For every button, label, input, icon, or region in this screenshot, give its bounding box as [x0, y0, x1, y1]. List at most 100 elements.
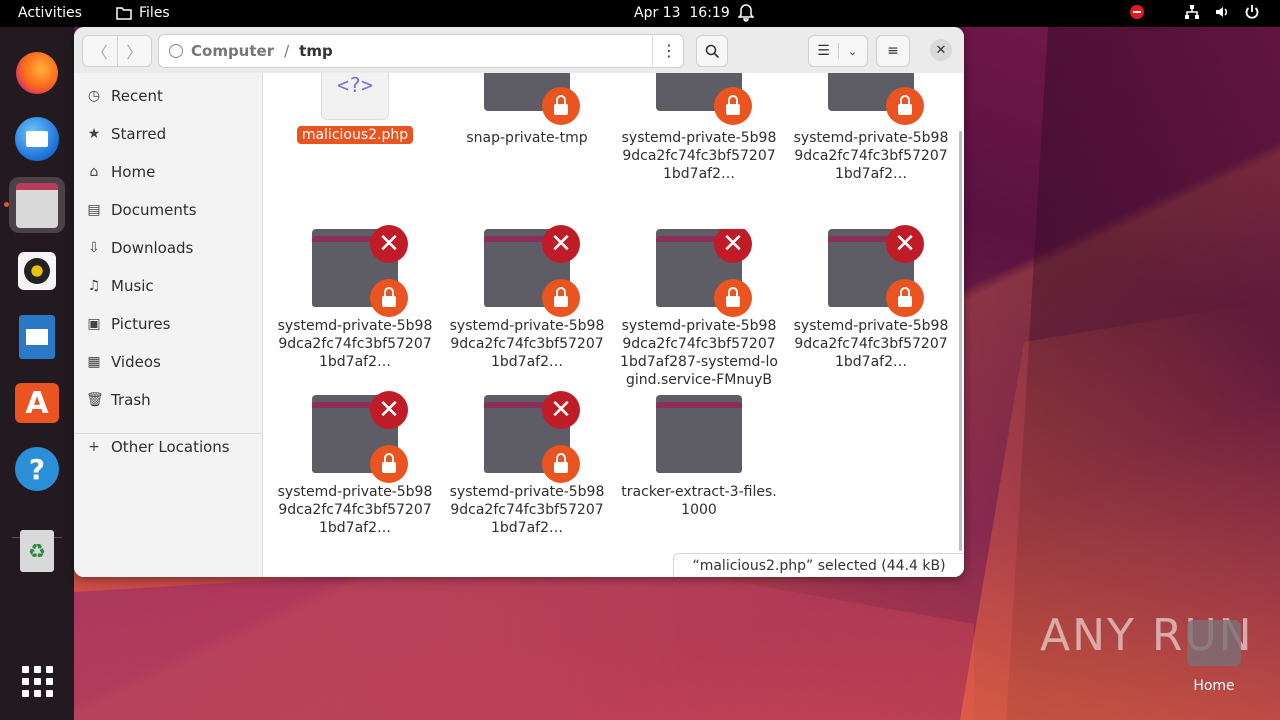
folder-icon: [656, 73, 752, 125]
network-icon[interactable]: [1184, 4, 1200, 20]
main-menu-button[interactable]: ≡: [876, 35, 910, 67]
date-label: Apr 13: [634, 5, 681, 21]
file-name: systemd-private-5b989dca2fc74fc3bf572071…: [449, 318, 605, 370]
home-icon: ⌂: [89, 164, 99, 180]
files-icon[interactable]: [9, 177, 65, 233]
sidebar-item-documents[interactable]: ▤ Documents: [86, 195, 197, 225]
sidebar-item-label: Home: [111, 163, 156, 181]
dock: A ? ♻: [0, 27, 74, 720]
time-label: 16:19: [689, 5, 730, 21]
chevron-down-icon[interactable]: ⌄: [839, 45, 867, 58]
trash-icon: 🗑: [86, 392, 104, 408]
sidebar-item-label: Documents: [111, 201, 197, 219]
thunderbird-icon[interactable]: [9, 111, 65, 167]
desktop-home-label: Home: [1193, 678, 1235, 694]
forward-button[interactable]: 〉: [116, 36, 152, 66]
file-name: malicious2.php: [296, 126, 414, 144]
breadcrumb-tmp[interactable]: tmp: [299, 42, 333, 60]
sidebar-item-starred[interactable]: ★ Starred: [86, 119, 166, 149]
power-icon[interactable]: [1244, 4, 1260, 20]
file-name: systemd-private-5b989dca2fc74fc3bf572071…: [449, 484, 605, 536]
folder-item[interactable]: tracker-extract-3-files.1000: [619, 395, 779, 519]
sidebar-item-label: Music: [111, 277, 154, 295]
volume-icon[interactable]: [1214, 4, 1230, 20]
lock-icon: [886, 87, 924, 125]
folder-item[interactable]: systemd-private-5b989dca2fc74fc3bf572071…: [791, 73, 951, 183]
file-name: systemd-private-5b989dca2fc74fc3bf572071…: [621, 130, 777, 182]
denied-icon: ✕: [886, 225, 924, 263]
sidebar-item-recent[interactable]: ◷ Recent: [86, 81, 163, 111]
trash-icon[interactable]: ♻: [9, 523, 65, 579]
file-item[interactable]: <?> malicious2.php: [275, 73, 435, 144]
file-grid: <?> malicious2.php snap-private-tmp syst…: [263, 73, 964, 577]
folder-icon: [656, 395, 742, 473]
sidebar-item-other-locations[interactable]: + Other Locations: [86, 432, 230, 462]
download-icon: ⇩: [88, 240, 100, 256]
view-toggle-group: ☰ ⌄: [808, 35, 868, 67]
folder-icon: [828, 73, 924, 125]
close-button[interactable]: ✕: [930, 39, 952, 61]
denied-icon: ✕: [542, 391, 580, 429]
path-menu-button[interactable]: ⋮: [652, 34, 685, 66]
folder-item[interactable]: ✕ systemd-private-5b989dca2fc74fc3bf5720…: [447, 391, 607, 537]
desktop-home-icon[interactable]: Home: [1186, 620, 1242, 710]
sidebar: ◷ Recent ★ Starred ⌂ Home ▤ Documents ⇩ Downl…: [74, 73, 263, 577]
file-name: snap-private-tmp: [466, 130, 588, 146]
back-button[interactable]: 〈: [83, 36, 117, 66]
system-tray[interactable]: [1130, 4, 1260, 20]
help-icon[interactable]: ?: [9, 441, 65, 497]
sidebar-item-label: Trash: [111, 391, 151, 409]
search-button[interactable]: [696, 35, 728, 67]
libreoffice-writer-icon[interactable]: [9, 309, 65, 365]
bell-icon[interactable]: [738, 4, 754, 22]
sidebar-item-trash[interactable]: 🗑 Trash: [86, 385, 151, 415]
folder-item[interactable]: ✕ systemd-private-5b989dca2fc74fc3bf5720…: [447, 225, 607, 371]
sidebar-item-videos[interactable]: ▦ Videos: [86, 347, 161, 377]
lock-icon: [714, 279, 752, 317]
show-apps-icon[interactable]: [9, 653, 65, 709]
sidebar-item-label: Videos: [111, 353, 161, 371]
file-name: systemd-private-5b989dca2fc74fc3bf572071…: [620, 318, 778, 388]
sidebar-item-label: Recent: [111, 87, 163, 105]
clock[interactable]: Apr 13 16:19: [634, 5, 730, 21]
plus-icon: +: [88, 439, 100, 455]
sidebar-item-music[interactable]: ♫ Music: [86, 271, 154, 301]
folder-icon: ✕: [484, 391, 580, 483]
sidebar-item-label: Starred: [111, 125, 167, 143]
sidebar-item-label: Pictures: [111, 315, 171, 333]
firefox-icon[interactable]: [9, 45, 65, 101]
folder-item[interactable]: ✕ systemd-private-5b989dca2fc74fc3bf5720…: [791, 225, 951, 371]
folder-item[interactable]: snap-private-tmp: [447, 73, 607, 147]
list-view-icon[interactable]: ☰: [810, 43, 839, 59]
lock-icon: [542, 87, 580, 125]
video-icon: ▦: [87, 354, 101, 370]
denied-icon: ✕: [714, 229, 752, 263]
sidebar-item-pictures[interactable]: ▣ Pictures: [86, 309, 170, 339]
breadcrumb-computer[interactable]: Computer: [191, 42, 274, 60]
sidebar-item-home[interactable]: ⌂ Home: [86, 157, 156, 187]
music-icon: ♫: [87, 278, 101, 294]
top-bar: Activities Files Apr 13 16:19: [0, 0, 1280, 27]
folder-item[interactable]: ✕ systemd-private-5b989dca2fc74fc3bf5720…: [275, 225, 435, 371]
files-window: 〈 〉 Computer / tmp ⋮ ☰ ⌄ ≡ ✕ ◷ Recent ★ St…: [74, 27, 964, 577]
sidebar-item-downloads[interactable]: ⇩ Downloads: [86, 233, 193, 263]
activities-button[interactable]: Activities: [18, 5, 82, 21]
do-not-disturb-icon[interactable]: [1130, 5, 1144, 19]
disk-icon: [169, 44, 183, 58]
folder-icon: ✕: [656, 229, 752, 317]
folder-item[interactable]: ✕ systemd-private-5b989dca2fc74fc3bf5720…: [619, 229, 779, 405]
clock-icon: ◷: [87, 88, 101, 104]
folder-item[interactable]: ✕ systemd-private-5b989dca2fc74fc3bf5720…: [275, 391, 435, 537]
path-bar[interactable]: Computer / tmp: [158, 34, 684, 68]
file-name: systemd-private-5b989dca2fc74fc3bf572071…: [793, 318, 949, 370]
hamburger-icon: ≡: [887, 43, 899, 59]
app-center-icon[interactable]: A: [9, 375, 65, 431]
app-menu[interactable]: Files: [116, 5, 170, 21]
search-icon: [705, 44, 719, 58]
rhythmbox-icon[interactable]: [9, 243, 65, 299]
scrollbar[interactable]: [959, 131, 962, 551]
chevron-right-icon: 〉: [126, 43, 143, 62]
folder-item[interactable]: systemd-private-5b989dca2fc74fc3bf572071…: [619, 73, 779, 183]
lock-icon: [542, 445, 580, 483]
folder-icon: ✕: [312, 225, 408, 317]
